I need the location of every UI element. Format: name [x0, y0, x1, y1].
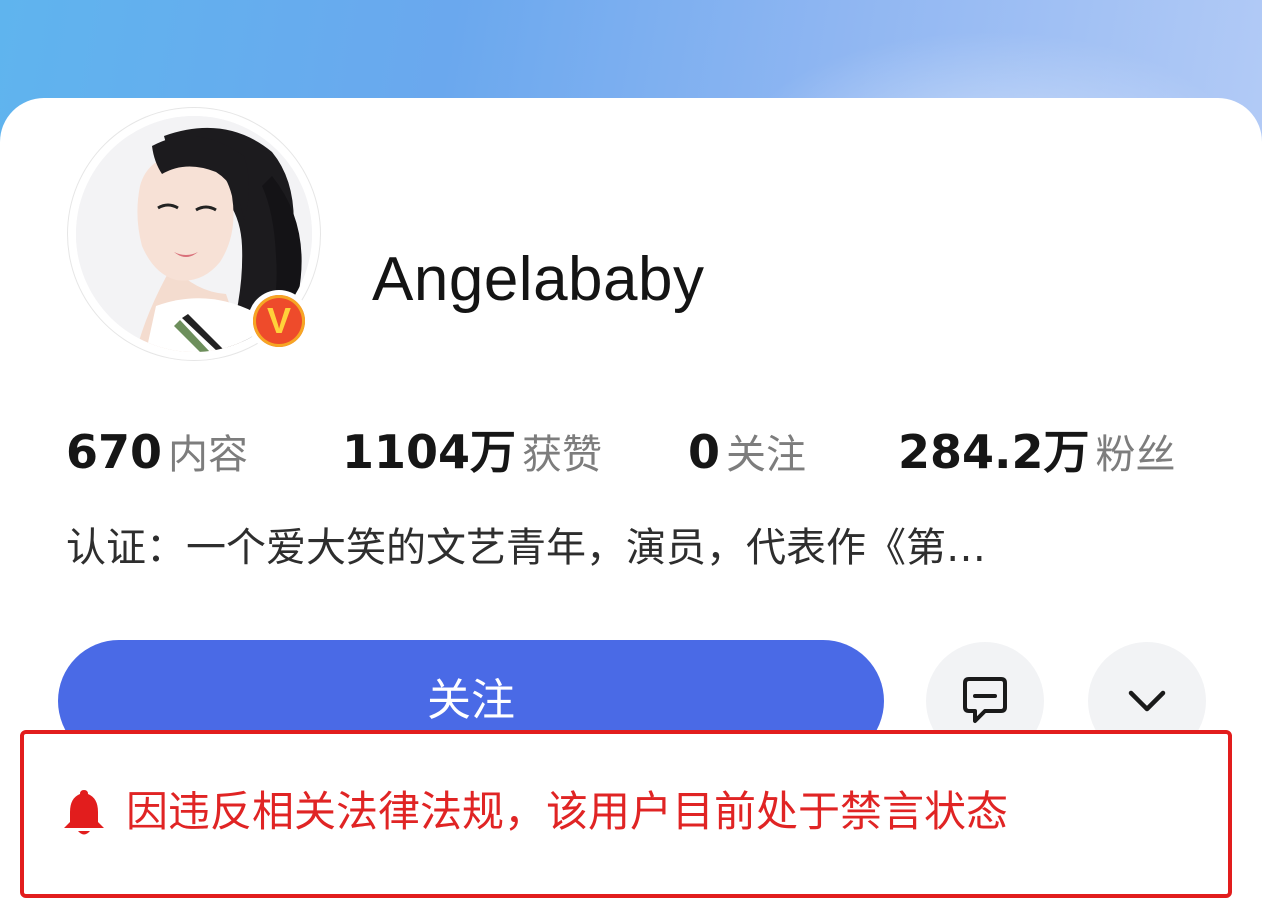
stat-label: 关注: [726, 432, 807, 478]
stat-label: 内容: [168, 432, 249, 478]
stat-content[interactable]: 670 内容: [66, 420, 248, 495]
stat-value: 284.2万: [898, 425, 1090, 479]
stat-likes[interactable]: 1104万 获赞: [342, 420, 602, 495]
message-icon: [963, 677, 1007, 723]
ban-notice: 因违反相关法律法规，该用户目前处于禁言状态: [20, 730, 1232, 898]
stat-following[interactable]: 0 关注: [688, 420, 806, 495]
ban-notice-text: 因违反相关法律法规，该用户目前处于禁言状态: [126, 787, 1009, 836]
bell-icon: [64, 790, 104, 835]
stat-label: 获赞: [522, 432, 603, 478]
username: Angelababy: [372, 245, 705, 314]
chevron-down-icon: [1128, 690, 1166, 712]
verified-badge: V: [248, 290, 310, 352]
stat-value: 0: [688, 425, 721, 479]
stat-followers[interactable]: 284.2万 粉丝: [898, 420, 1176, 495]
stat-label: 粉丝: [1095, 432, 1176, 478]
verification-bio[interactable]: 认证：一个爱大笑的文艺青年，演员，代表作《第…: [66, 518, 1206, 578]
stats-row: 670 内容 1104万 获赞 0 关注 284.2万 粉丝: [66, 420, 1206, 484]
stat-value: 670: [66, 425, 163, 479]
verified-v-icon: V: [253, 295, 305, 347]
stat-value: 1104万: [342, 425, 517, 479]
